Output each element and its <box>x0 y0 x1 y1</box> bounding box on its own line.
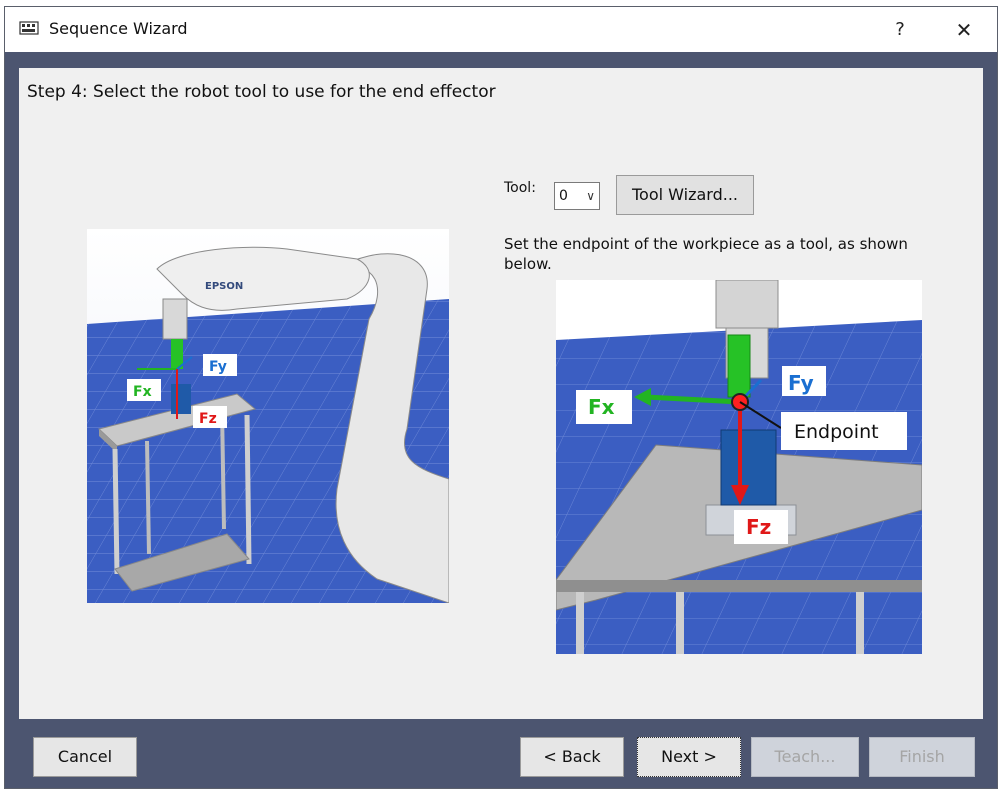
epson-brand: EPSON <box>205 281 243 292</box>
robot-scene: EPSON Fy Fx Fz <box>87 229 449 603</box>
app-icon <box>19 21 39 35</box>
fz-label: Fz <box>199 411 217 427</box>
dialog-frame: Step 4: Select the robot tool to use for… <box>5 52 997 788</box>
fz-label-right: Fz <box>746 515 771 539</box>
window-title: Sequence Wizard <box>49 19 188 38</box>
next-button[interactable]: Next > <box>637 737 741 777</box>
robot-illustration: EPSON Fy Fx Fz <box>87 229 449 603</box>
close-button[interactable]: ✕ <box>949 15 979 45</box>
cancel-button[interactable]: Cancel <box>33 737 137 777</box>
help-button[interactable]: ? <box>885 15 915 45</box>
tool-label: Tool: <box>504 180 536 196</box>
step-heading: Step 4: Select the robot tool to use for… <box>27 82 496 102</box>
endpoint-scene: Fy Fx Endpoint Fz <box>556 280 922 654</box>
tool-description: Set the endpoint of the workpiece as a t… <box>504 235 908 273</box>
fx-label-right: Fx <box>588 395 615 419</box>
endpoint-label: Endpoint <box>794 421 879 443</box>
fy-label-right: Fy <box>788 371 814 395</box>
tool-wizard-button[interactable]: Tool Wizard... <box>616 175 754 215</box>
teach-button[interactable]: Teach... <box>751 737 859 777</box>
tool-select[interactable]: 0 ∨ <box>554 182 600 210</box>
fx-label: Fx <box>133 384 152 400</box>
sequence-wizard-window: Sequence Wizard ? ✕ Step 4: Select the r… <box>4 6 998 789</box>
endpoint-illustration: Fy Fx Endpoint Fz <box>556 280 922 654</box>
content-panel: Step 4: Select the robot tool to use for… <box>19 68 983 719</box>
fy-label: Fy <box>209 359 227 375</box>
tool-select-value: 0 <box>559 188 568 204</box>
finish-button[interactable]: Finish <box>869 737 975 777</box>
back-button[interactable]: < Back <box>520 737 624 777</box>
title-bar: Sequence Wizard ? ✕ <box>5 7 997 52</box>
chevron-down-icon: ∨ <box>586 189 595 203</box>
